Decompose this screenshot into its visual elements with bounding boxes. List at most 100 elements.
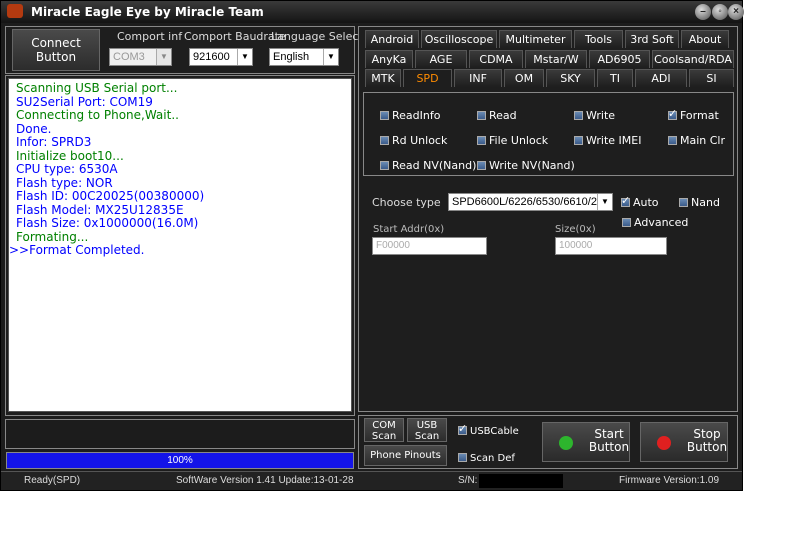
tab-anyka[interactable]: AnyKa bbox=[365, 50, 413, 68]
language-select[interactable]: English ▼ bbox=[269, 48, 339, 66]
log-line: Scanning USB Serial port... bbox=[16, 81, 178, 95]
window-title: Miracle Eagle Eye by Miracle Team bbox=[31, 5, 264, 19]
size-input[interactable]: 100000 bbox=[555, 237, 667, 255]
read-nv-checkbox[interactable]: Read NV(Nand) bbox=[380, 160, 476, 172]
restore-icon[interactable]: ◦ bbox=[712, 4, 728, 20]
start-button[interactable]: Start Button bbox=[542, 422, 630, 462]
read-label: Read bbox=[489, 109, 517, 122]
log-line: Infor: SPRD3 bbox=[16, 135, 92, 149]
format-checkbox[interactable]: Format bbox=[668, 108, 719, 122]
start-addr-input[interactable]: F00000 bbox=[372, 237, 487, 255]
log-line: Connecting to Phone,Wait.. bbox=[16, 108, 179, 122]
comport-select[interactable]: COM3 ▼ bbox=[109, 48, 172, 66]
nand-label: Nand bbox=[691, 196, 720, 209]
file-unlock-checkbox[interactable]: File Unlock bbox=[477, 135, 548, 147]
chevron-down-icon[interactable]: ▼ bbox=[323, 49, 338, 65]
progress-bar: 100% bbox=[6, 452, 354, 469]
baudrate-value: 921600 bbox=[193, 51, 230, 63]
chip-type-select[interactable]: SPD6600L/6226/6530/6610/20 ▼ bbox=[448, 193, 613, 211]
tab-3rd-soft[interactable]: 3rd Soft bbox=[625, 30, 679, 48]
log-output: Scanning USB Serial port... SU2Serial Por… bbox=[8, 78, 352, 412]
tab-tools[interactable]: Tools bbox=[574, 30, 623, 48]
operations-group: ReadInfo Read Write Format Rd Unlock Fil… bbox=[363, 92, 734, 176]
checkbox-icon bbox=[477, 111, 486, 120]
phone-pinouts-button[interactable]: Phone Pinouts bbox=[364, 445, 447, 466]
start-label: Start Button bbox=[588, 427, 630, 454]
status-firmware: Firmware Version:1.09 bbox=[619, 475, 720, 486]
rd-unlock-label: Rd Unlock bbox=[392, 134, 448, 147]
title-bar: Miracle Eagle Eye by Miracle Team – ◦ × bbox=[1, 1, 744, 23]
tab-coolsand-rda[interactable]: Coolsand/RDA bbox=[652, 50, 734, 68]
tab-multimeter[interactable]: Multimeter bbox=[499, 30, 572, 48]
checkbox-checked-icon bbox=[668, 108, 677, 120]
start-addr-label: Start Addr(0x) bbox=[373, 224, 445, 235]
main-clr-checkbox[interactable]: Main Clr bbox=[668, 135, 725, 147]
tab-adi[interactable]: ADI bbox=[635, 69, 687, 87]
auto-label: Auto bbox=[633, 196, 659, 209]
tab-sky[interactable]: SKY bbox=[546, 69, 595, 87]
comport-label: Comport inf bbox=[117, 30, 183, 43]
chevron-down-icon[interactable]: ▼ bbox=[237, 49, 252, 65]
readinfo-checkbox[interactable]: ReadInfo bbox=[380, 110, 440, 122]
comport-value: COM3 bbox=[113, 51, 145, 63]
stop-button[interactable]: Stop Button bbox=[640, 422, 728, 462]
stop-icon bbox=[657, 436, 671, 450]
main-clr-label: Main Clr bbox=[680, 134, 726, 147]
language-value: English bbox=[273, 51, 310, 63]
tab-om[interactable]: OM bbox=[504, 69, 544, 87]
connect-button[interactable]: Connect Button bbox=[12, 29, 100, 71]
tab-cdma[interactable]: CDMA bbox=[469, 50, 523, 68]
nand-checkbox[interactable]: Nand bbox=[679, 197, 720, 209]
rd-unlock-checkbox[interactable]: Rd Unlock bbox=[380, 135, 447, 147]
chevron-down-icon[interactable]: ▼ bbox=[156, 49, 171, 65]
chevron-down-icon[interactable]: ▼ bbox=[597, 194, 612, 210]
read-nv-label: Read NV(Nand) bbox=[392, 159, 477, 172]
write-imei-checkbox[interactable]: Write IMEI bbox=[574, 135, 641, 147]
tab-age[interactable]: AGE bbox=[415, 50, 467, 68]
tab-mtk[interactable]: MTK bbox=[365, 69, 401, 87]
usb-cable-checkbox[interactable]: USBCable bbox=[458, 423, 519, 438]
tab-android[interactable]: Android bbox=[365, 30, 419, 48]
tab-mstar-w[interactable]: Mstar/W bbox=[525, 50, 587, 68]
size-label: Size(0x) bbox=[555, 224, 596, 235]
write-nv-checkbox[interactable]: Write NV(Nand) bbox=[477, 160, 575, 172]
tab-ti[interactable]: TI bbox=[597, 69, 633, 87]
advanced-checkbox[interactable]: Advanced bbox=[622, 217, 688, 229]
usb-cable-label: USBCable bbox=[470, 426, 519, 437]
advanced-label: Advanced bbox=[634, 216, 689, 229]
tab-about[interactable]: About bbox=[681, 30, 729, 48]
log-line: Done. bbox=[16, 121, 52, 136]
checkbox-icon bbox=[574, 136, 583, 145]
com-scan-button[interactable]: COM Scan bbox=[364, 418, 404, 442]
checkbox-icon bbox=[574, 111, 583, 120]
tabs-panel: Android Oscilloscope Multimeter Tools 3rd So… bbox=[358, 26, 738, 412]
format-label: Format bbox=[680, 109, 719, 122]
tab-inf[interactable]: INF bbox=[454, 69, 502, 87]
tab-ad6905[interactable]: AD6905 bbox=[589, 50, 650, 68]
stop-label: Stop Button bbox=[686, 427, 728, 454]
checkbox-icon bbox=[679, 198, 688, 207]
tab-spd[interactable]: SPD bbox=[403, 69, 452, 87]
usb-scan-button[interactable]: USB Scan bbox=[407, 418, 447, 442]
write-checkbox[interactable]: Write bbox=[574, 110, 615, 122]
read-checkbox[interactable]: Read bbox=[477, 110, 517, 122]
log-line: Flash Size: 0x1000000(16.0M) bbox=[16, 216, 199, 230]
baudrate-select[interactable]: 921600 ▼ bbox=[189, 48, 253, 66]
log-footer bbox=[5, 419, 355, 449]
auto-checkbox[interactable]: Auto bbox=[621, 195, 659, 209]
log-line: Initialize boot10... bbox=[16, 148, 124, 163]
tab-oscilloscope[interactable]: Oscilloscope bbox=[421, 30, 497, 48]
checkbox-icon bbox=[380, 161, 389, 170]
write-label: Write bbox=[586, 109, 616, 122]
scan-def-checkbox[interactable]: Scan Def bbox=[458, 453, 515, 465]
write-nv-label: Write NV(Nand) bbox=[489, 159, 575, 172]
minimize-icon[interactable]: – bbox=[695, 4, 711, 20]
tab-si[interactable]: SI bbox=[689, 69, 734, 87]
redacted-serial bbox=[479, 474, 563, 488]
write-imei-label: Write IMEI bbox=[586, 134, 642, 147]
close-icon[interactable]: × bbox=[728, 4, 744, 20]
control-panel: COM Scan USB Scan Phone Pinouts USBCable… bbox=[358, 415, 738, 469]
log-line: Flash Model: MX25U12835E bbox=[16, 202, 184, 217]
app-window: Miracle Eagle Eye by Miracle Team – ◦ × … bbox=[0, 0, 744, 491]
log-line: Flash type: NOR bbox=[16, 175, 113, 190]
